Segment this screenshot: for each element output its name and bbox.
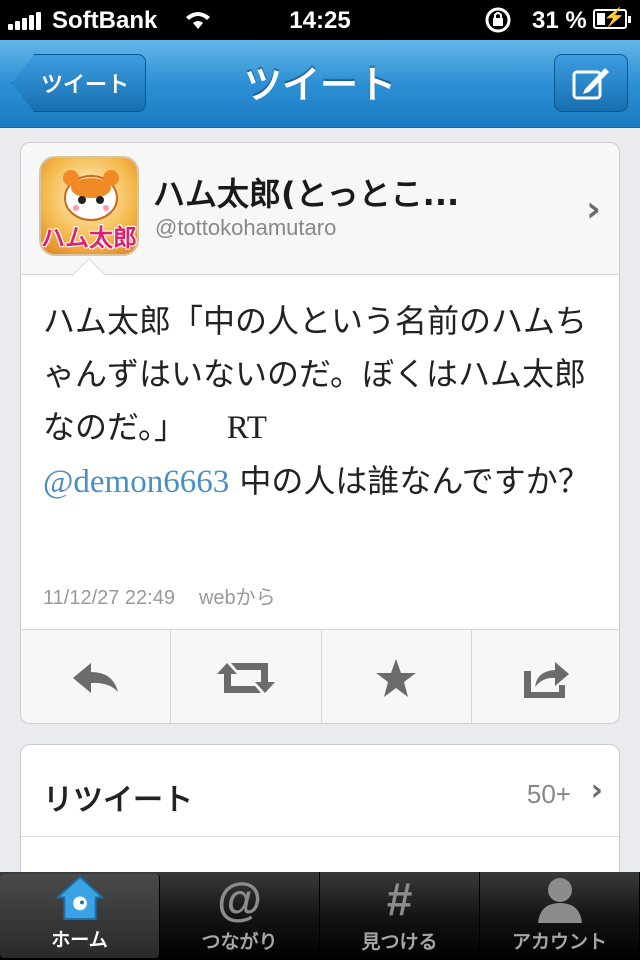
share-icon [524,661,570,698]
retweet-icon [216,662,275,693]
chevron-right-icon: › [590,773,603,808]
reply-icon [72,662,118,693]
status-bar: SoftBank 14:25 31 % ⚡ [0,0,640,40]
rotation-lock-icon [484,6,512,41]
retweet-button[interactable] [171,630,322,723]
avatar-logo-text: ハム太郎 [41,224,137,252]
hash-icon: # [386,873,413,925]
favorite-button[interactable] [322,630,472,723]
compose-button[interactable] [554,54,628,112]
author-handle: @tottokohamutaro [155,215,337,240]
tweet-card: ハム太郎 ハム太郎(とっとこ... @tottokohamutaro › ハム太… [20,142,620,724]
battery-percent: 31 % [532,7,587,34]
list-item-label: リツイート [43,783,193,818]
tab-account[interactable]: アカウント [480,872,640,960]
retweet-marker: RT [226,410,267,446]
avatar[interactable]: ハム太郎 [39,156,139,256]
tweet-text: ハム太郎「中の人という名前のハムちゃんずはいないのだ。ぼくはハム太郎なのだ。」 [43,302,588,446]
home-icon [54,875,105,921]
tweet-source: webから [198,587,276,609]
share-button[interactable] [472,630,619,723]
tab-home[interactable]: ホーム [0,874,160,958]
author-display-name: ハム太郎(とっとこ... [153,175,460,213]
tweet-meta: 11/12/27 22:49 webから [43,581,276,610]
retweet-count: 50+ [526,779,571,809]
compose-icon [572,68,609,100]
person-icon [537,878,582,923]
tweet-body: ハム太郎「中の人という名前のハムちゃんずはいないのだ。ぼくはハム太郎なのだ。」 … [43,295,603,509]
at-icon: @ [217,873,262,925]
reply-button[interactable] [21,630,172,723]
tab-bar: ホーム @ つながり # 見つける アカウント [0,872,640,960]
favorite-icon [376,658,417,697]
tweet-author-header[interactable]: ハム太郎 ハム太郎(とっとこ... @tottokohamutaro › [21,143,619,275]
tab-label: ホーム [51,929,108,951]
tweet-timestamp: 11/12/27 22:49 [43,587,175,609]
tab-connect[interactable]: @ つながり [160,872,320,960]
chevron-right-icon: › [586,189,601,230]
tab-discover[interactable]: # 見つける [320,872,480,960]
tab-label: アカウント [511,931,607,953]
page-title: ツイート [243,63,396,107]
navigation-bar: ツイート ツイート [0,40,640,128]
battery-icon: ⚡ [593,7,631,29]
mention-link[interactable]: @demon6663 [43,464,229,500]
list-item-retweets[interactable]: リツイート 50+ › [21,745,619,837]
tab-label: 見つける [361,931,438,953]
tweet-actions [21,629,619,723]
tweet-text-continued: 中の人は誰なんですか？ [239,462,590,500]
tab-label: つながり [201,931,278,953]
